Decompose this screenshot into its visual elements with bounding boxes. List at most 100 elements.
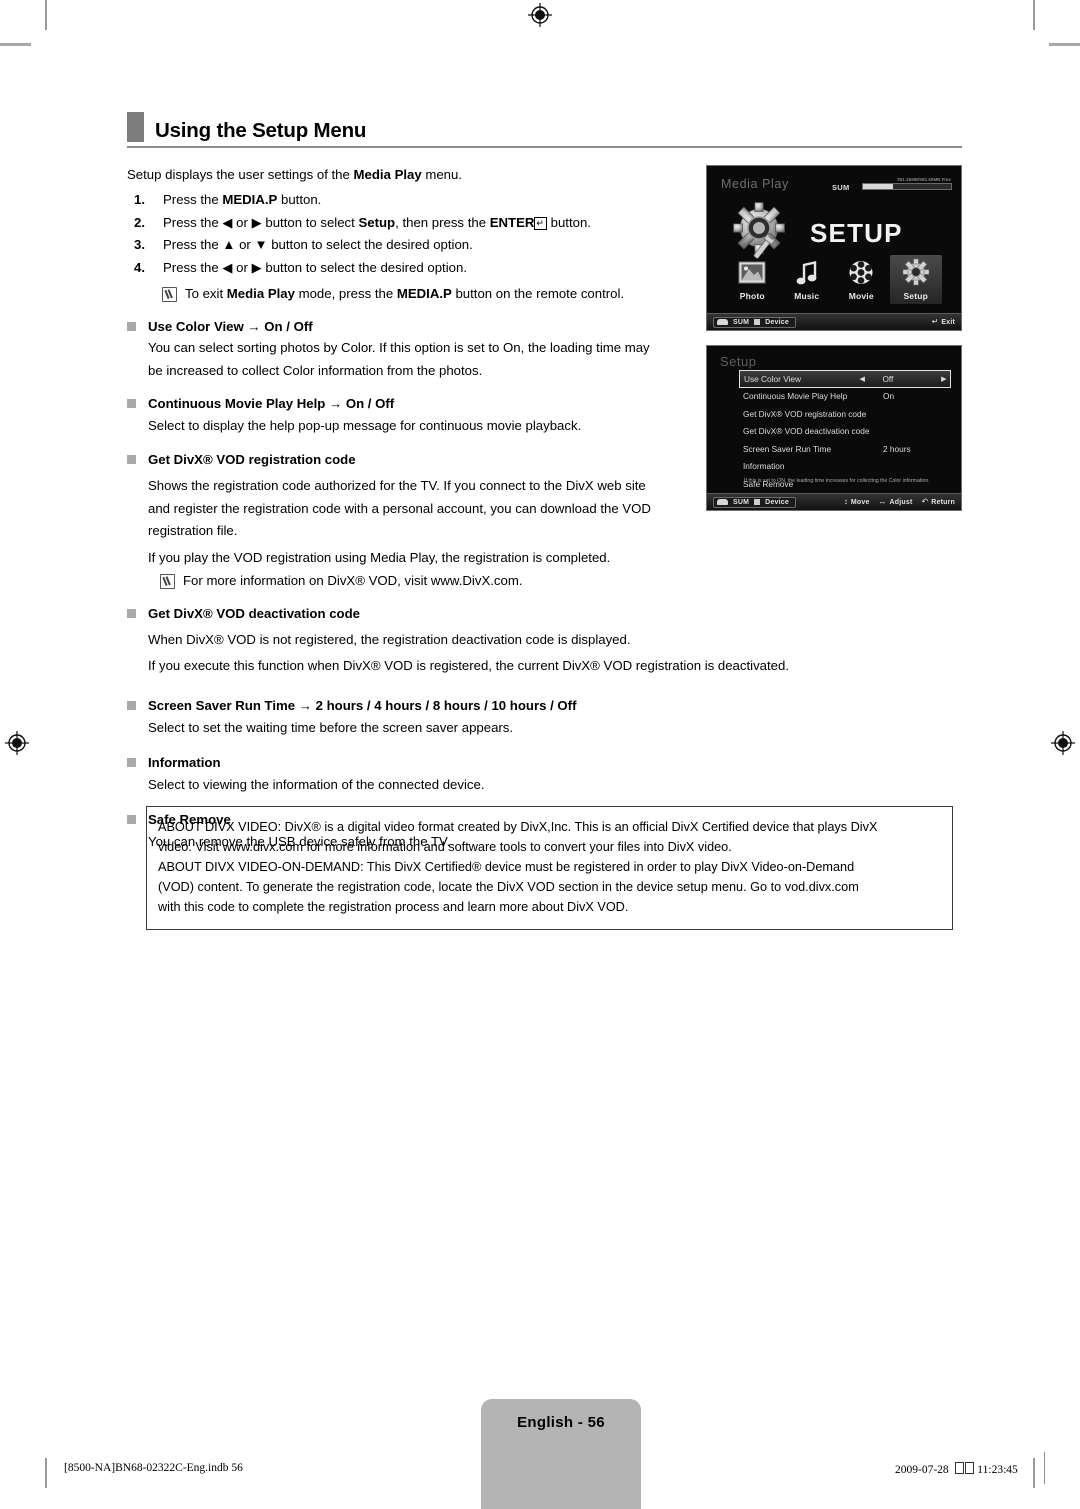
tv-menu-row-value: On — [883, 391, 895, 402]
tv-menu-row-continuous-movie-play-help[interactable]: Continuous Movie Play Help On — [739, 388, 951, 406]
divx-line: ABOUT DIVX VIDEO-ON-DEMAND: This DivX Ce… — [158, 860, 855, 875]
bullet-square-icon — [127, 757, 136, 767]
footer-date: 2009-07-28 — [895, 1464, 949, 1476]
tv-source-pill[interactable]: SUM Device — [713, 316, 796, 328]
page-title: Using the Setup Menu — [155, 118, 367, 142]
intro-paragraph: Setup displays the user settings of the … — [127, 165, 687, 185]
intro-bold: Media Play — [353, 167, 422, 182]
tv-menu-row-information[interactable]: Information — [739, 458, 951, 476]
heading-divider — [127, 146, 962, 148]
section-heading: Use Color View → On / Off — [127, 317, 687, 337]
note-icon — [162, 286, 177, 302]
section-body: When DivX® VOD is not registered, the re… — [127, 630, 983, 677]
tv-menu-row-vod-registration-code[interactable]: Get DivX® VOD registration code — [739, 405, 951, 423]
bullet-square-icon — [127, 399, 136, 409]
return-arrow-icon: ↶ — [921, 497, 929, 506]
tv-menu-row-name: Continuous Movie Play Help — [743, 391, 848, 402]
exit-note: To exit Media Play mode, press the MEDIA… — [127, 284, 687, 304]
step-number: 1. — [134, 192, 145, 208]
section-note-text: For more information on DivX® VOD, visit… — [183, 573, 523, 589]
section-line: When DivX® VOD is not registered, the re… — [148, 631, 631, 647]
section-title: Screen Saver Run Time → 2 hours / 4 hour… — [148, 697, 577, 713]
step-item: 4. Press the ◀ or ▶ button to select the… — [127, 257, 687, 280]
section-use-color-view: Use Color View → On / Off You can select… — [127, 317, 687, 382]
chevron-left-icon[interactable]: ◀ — [856, 375, 868, 383]
tv-menu-row-use-color-view[interactable]: Use Color View ◀ Off ▶ — [739, 370, 951, 388]
tv-menu-row-name: Use Color View — [744, 373, 802, 384]
photo-icon — [726, 255, 778, 289]
section-line: If you execute this function when DivX® … — [148, 658, 789, 674]
tv-source-pill[interactable]: SUM Device — [713, 496, 796, 508]
tv-media-play-title: Media Play — [721, 177, 789, 191]
section-title: Get DivX® VOD deactivation code — [148, 606, 360, 622]
footer-rule — [1044, 1452, 1045, 1484]
tv-setup-menu-title: Setup — [720, 354, 757, 369]
tv-icon-music[interactable]: Music — [781, 255, 833, 304]
tv-bottom-right: ↵ Exit — [932, 318, 955, 326]
divx-line: (VOD) content. To generate the registrat… — [158, 880, 859, 895]
exit-return-icon: ↵ — [931, 317, 939, 326]
tv-menu-row-name: Get DivX® VOD registration code — [743, 408, 867, 419]
tv-exit-action[interactable]: ↵ Exit — [932, 318, 955, 326]
tv-icon-photo[interactable]: Photo — [726, 255, 778, 304]
tv-adjust-action[interactable]: ↔ Adjust — [879, 498, 913, 506]
device-square-icon — [754, 319, 761, 325]
footer-time: 11:23:45 — [977, 1464, 1018, 1476]
section-continuous-movie-play-help: Continuous Movie Play Help → On / Off Se… — [127, 394, 687, 436]
bullet-square-icon — [127, 609, 136, 619]
tv-device-label: Device — [765, 318, 789, 326]
music-note-icon — [781, 255, 833, 289]
tv-menu-row-name: Get DivX® VOD deactivation code — [743, 426, 870, 437]
tv-return-action[interactable]: ↶ Return — [922, 498, 955, 506]
section-heading: Get DivX® VOD deactivation code — [127, 604, 687, 624]
section-line: registration file. — [148, 523, 238, 539]
tv-move-action[interactable]: ↕ Move — [844, 498, 870, 506]
exit-note-text: To exit Media Play mode, press the MEDIA… — [185, 285, 625, 301]
tv-move-label: Move — [850, 498, 870, 506]
tv-setup-help-text: If this is set to ON, the leading time i… — [744, 477, 930, 484]
tv-setup-menu-list: Use Color View ◀ Off ▶ Continuous Movie … — [739, 370, 951, 493]
tv-device-label: Device — [765, 498, 789, 506]
tv-icon-setup[interactable]: Setup — [889, 255, 942, 304]
tv-storage-indicator: SUM 851.26MB/982.60MB Free — [832, 177, 952, 192]
tv-menu-row-screen-saver-run-time[interactable]: Screen Saver Run Time 2 hours — [739, 440, 951, 458]
section-heading: Information — [127, 753, 687, 773]
page-number-tab: English - 56 — [481, 1399, 641, 1509]
tv-screenshot-media-play: Media Play SUM 851.26MB/982.60MB Free SE… — [706, 165, 962, 331]
section-heading: Screen Saver Run Time → 2 hours / 4 hour… — [127, 696, 687, 716]
section-information: Information Select to viewing the inform… — [127, 753, 687, 795]
device-square-icon — [754, 499, 761, 505]
tv-icon-label: Music — [794, 291, 820, 301]
tv-menu-row-value: 2 hours — [883, 443, 911, 454]
note-icon — [160, 574, 175, 590]
step-number: 2. — [134, 214, 145, 230]
tv-icon-label: Movie — [848, 291, 874, 301]
step-item: 2. Press the ◀ or ▶ button to select Set… — [127, 212, 687, 235]
tv-storage-capacity: 851.26MB/982.60MB Free — [897, 177, 951, 182]
footer-file-info: [8500-NA]BN68-02322C-Eng.indb 56 — [64, 1462, 243, 1474]
section-heading: Continuous Movie Play Help → On / Off — [127, 394, 687, 414]
step-item: 3. Press the ▲ or ▼ button to select the… — [127, 234, 687, 257]
tv-menu-row-vod-deactivation-code[interactable]: Get DivX® VOD deactivation code — [739, 423, 951, 441]
tv-source-label: SUM — [733, 318, 750, 326]
page-heading: Using the Setup Menu — [127, 112, 962, 142]
tv-screenshots-column: Media Play SUM 851.26MB/982.60MB Free SE… — [706, 165, 962, 511]
section-line: If you play the VOD registration using M… — [148, 549, 611, 565]
tv-icon-movie[interactable]: Movie — [835, 255, 887, 304]
section-title: Use Color View → On / Off — [148, 318, 313, 334]
chevron-right-icon[interactable]: ▶ — [938, 375, 950, 383]
step-item: 1. Press the MEDIA.P button. — [127, 189, 687, 212]
usb-icon — [717, 319, 728, 325]
step-number: 4. — [134, 260, 145, 276]
bullet-square-icon — [127, 700, 136, 710]
section-heading: Get DivX® VOD registration code — [127, 450, 687, 470]
tv-bottom-left: SUM Device — [713, 496, 796, 508]
missing-glyph-icon — [964, 1462, 974, 1474]
tv-menu-row-name: Information — [743, 461, 785, 472]
gear-icon — [890, 255, 942, 289]
footer-timestamp: 2009-07-28 11:23:45 — [895, 1462, 1018, 1476]
section-line: Select to set the waiting time before th… — [148, 719, 514, 735]
intro-post: menu. — [421, 167, 463, 182]
tv-bottom-left: SUM Device — [713, 316, 796, 328]
section-title: Continuous Movie Play Help → On / Off — [148, 396, 395, 412]
